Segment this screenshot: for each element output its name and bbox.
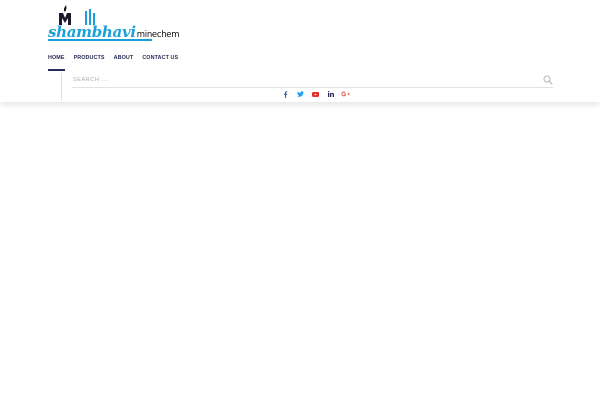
linkedin-icon[interactable] <box>323 89 338 99</box>
site-header: shambhaviminechem HOME PRODUCTS ABOUT CO… <box>0 0 600 102</box>
twitter-icon[interactable] <box>293 89 308 99</box>
youtube-icon[interactable] <box>308 89 323 99</box>
nav-item-home[interactable]: HOME <box>48 55 65 71</box>
divider <box>61 73 62 101</box>
search-bar <box>72 73 553 88</box>
main-nav: HOME PRODUCTS ABOUT CONTACT US <box>48 55 187 71</box>
site-logo[interactable]: shambhaviminechem <box>48 5 180 41</box>
logo-underline <box>48 39 152 41</box>
nav-item-about[interactable]: ABOUT <box>114 55 134 65</box>
facebook-icon[interactable] <box>278 89 293 99</box>
google-plus-icon[interactable] <box>338 89 353 99</box>
nav-item-products[interactable]: PRODUCTS <box>74 55 105 65</box>
social-links <box>278 89 353 99</box>
search-input[interactable] <box>73 75 533 85</box>
search-icon[interactable] <box>543 75 553 85</box>
nav-item-contact-us[interactable]: CONTACT US <box>142 55 178 65</box>
